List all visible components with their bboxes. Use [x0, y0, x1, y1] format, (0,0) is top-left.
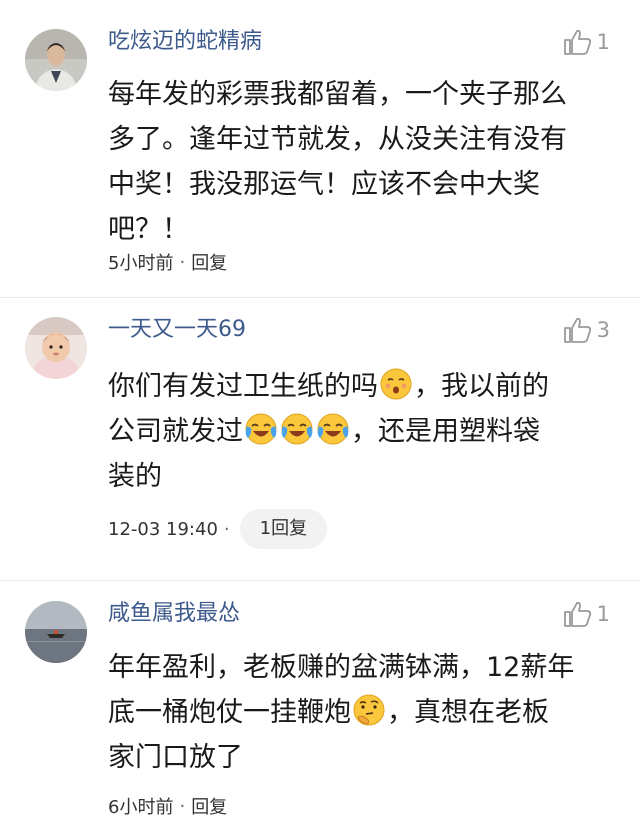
comment-text: 你们有发过卫生纸的吗 ，我以前的 公司就发过 ，还是用塑料袋 装的 [108, 364, 618, 499]
comment-text-segment: ，我以前的 [414, 371, 549, 402]
reply-button[interactable]: 回复 [191, 249, 227, 275]
timestamp: 6小时前 [108, 797, 174, 818]
comment-line: 吧？！ [108, 214, 189, 245]
username[interactable]: 吃炫迈的蛇精病 [108, 27, 262, 57]
like-count: 3 [596, 318, 610, 342]
comment-line: 底一桶炮仗一挂鞭炮 ，真想在老板 [108, 690, 618, 735]
like-button[interactable]: 1 [563, 27, 610, 57]
meta-separator: · [223, 518, 230, 540]
comment-text-segment: ，还是用塑料袋 [351, 416, 540, 447]
comment-line: 每年发的彩票我都留着，一个夹子那么 [108, 79, 567, 110]
comment-text-segment: ，真想在老板 [387, 697, 549, 728]
comment-text-segment: 你们有发过卫生纸的吗 [108, 371, 378, 402]
comment-text-segment: 底一桶炮仗一挂鞭炮 [108, 697, 351, 728]
like-button[interactable]: 3 [563, 315, 610, 345]
timestamp: 5小时前 [108, 253, 174, 274]
username[interactable]: 一天又一天69 [108, 315, 246, 345]
comment-meta: 5小时前 · 回复 [108, 247, 227, 277]
comment-line: 你们有发过卫生纸的吗 ，我以前的 [108, 364, 618, 409]
thumbs-up-icon [563, 601, 591, 627]
comment-line: 家门口放了 [108, 742, 243, 773]
comment-meta: 12-03 19:40 · 1回复 [108, 509, 328, 549]
comment-meta: 6小时前 · 回复 [108, 791, 227, 821]
avatar[interactable] [25, 601, 87, 663]
thumbs-up-icon [563, 317, 591, 343]
avatar[interactable] [25, 29, 87, 91]
comment-line: 装的 [108, 461, 162, 492]
like-count: 1 [596, 30, 610, 54]
crying-laughing-emoji [281, 413, 313, 445]
divider [0, 297, 640, 298]
thinking-face-emoji [353, 694, 385, 726]
reply-count-button[interactable]: 1回复 [239, 509, 328, 549]
like-count: 1 [596, 602, 610, 626]
avatar-image-lake [25, 601, 87, 663]
crying-laughing-emoji [317, 413, 349, 445]
avatar[interactable] [25, 317, 87, 379]
divider [0, 580, 640, 581]
crying-laughing-emoji [245, 413, 277, 445]
timestamp: 12-03 19:40 [108, 518, 218, 540]
avatar-image-baby [25, 317, 87, 379]
kissing-face-emoji [380, 368, 412, 400]
reply-button[interactable]: 回复 [191, 793, 227, 819]
thumbs-up-icon [563, 29, 591, 55]
meta-separator: · [179, 251, 186, 273]
comment-line: 公司就发过 ，还是用塑料袋 [108, 409, 618, 454]
avatar-image-man [25, 29, 87, 91]
username[interactable]: 咸鱼属我最怂 [108, 599, 240, 629]
like-button[interactable]: 1 [563, 599, 610, 629]
comment-line: 中奖！我没那运气！应该不会中大奖 [108, 169, 540, 200]
comment-text: 每年发的彩票我都留着，一个夹子那么 多了。逢年过节就发，从没关注有没有 中奖！我… [108, 72, 618, 252]
comment-text-segment: 公司就发过 [108, 416, 243, 447]
comment-line: 多了。逢年过节就发，从没关注有没有 [108, 124, 567, 155]
meta-separator: · [179, 795, 186, 817]
comment-line: 年年盈利，老板赚的盆满钵满，12薪年 [108, 652, 575, 683]
comment-text: 年年盈利，老板赚的盆满钵满，12薪年 底一桶炮仗一挂鞭炮 ，真想在老板 家门口放… [108, 645, 618, 780]
